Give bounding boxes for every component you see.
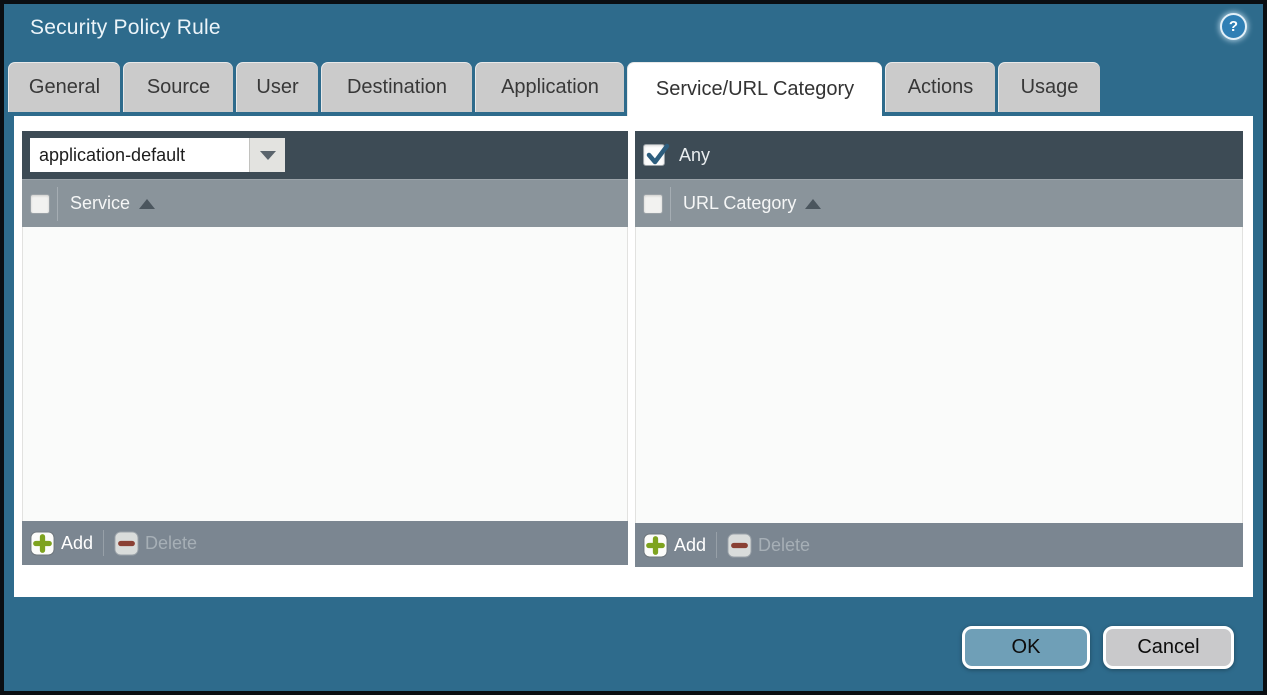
service-column-header[interactable]: Service [22, 179, 628, 227]
cancel-button[interactable]: Cancel [1103, 626, 1234, 669]
question-mark-icon: ? [1229, 18, 1238, 35]
sort-ascending-icon [139, 199, 155, 209]
footer-separator [103, 530, 104, 556]
service-column-label: Service [70, 193, 130, 214]
dropdown-button[interactable] [249, 138, 285, 172]
service-type-dropdown[interactable]: application-default [30, 138, 285, 172]
tab-user[interactable]: User [236, 62, 318, 112]
chevron-down-icon [260, 151, 276, 160]
service-toolbar: application-default [22, 131, 628, 179]
minus-icon [114, 531, 139, 556]
url-category-toolbar: Any [635, 131, 1243, 179]
url-category-select-all-checkbox[interactable] [643, 194, 663, 214]
service-list [22, 227, 628, 521]
url-category-footer: Add Delete [635, 523, 1243, 567]
ok-button[interactable]: OK [962, 626, 1090, 669]
plus-icon [643, 533, 668, 558]
any-checkbox[interactable] [643, 144, 665, 166]
delete-label: Delete [145, 533, 197, 554]
any-row: Any [643, 144, 710, 166]
service-panel: application-default Service [22, 131, 628, 565]
service-add-button[interactable]: Add [30, 531, 93, 556]
delete-label: Delete [758, 535, 810, 556]
tab-usage[interactable]: Usage [998, 62, 1100, 112]
url-category-column-label: URL Category [683, 193, 796, 214]
column-separator [57, 187, 58, 221]
service-type-value: application-default [30, 138, 249, 172]
url-category-panel: Any URL Category Add [635, 131, 1243, 567]
url-category-delete-button[interactable]: Delete [727, 533, 810, 558]
any-label: Any [679, 145, 710, 166]
help-icon[interactable]: ? [1220, 13, 1247, 40]
column-separator [670, 187, 671, 221]
dialog-title: Security Policy Rule [30, 16, 221, 40]
add-label: Add [61, 533, 93, 554]
url-category-column-header[interactable]: URL Category [635, 179, 1243, 227]
service-select-all-checkbox[interactable] [30, 194, 50, 214]
tab-source[interactable]: Source [123, 62, 233, 112]
tab-destination[interactable]: Destination [321, 62, 472, 112]
dialog-background: Security Policy Rule ? General Source Us… [4, 4, 1263, 691]
security-policy-rule-dialog: Security Policy Rule ? General Source Us… [0, 0, 1267, 695]
plus-icon [30, 531, 55, 556]
footer-separator [716, 532, 717, 558]
url-category-add-button[interactable]: Add [643, 533, 706, 558]
tab-actions[interactable]: Actions [885, 62, 995, 112]
tab-service-url-category[interactable]: Service/URL Category [627, 62, 882, 116]
tab-general[interactable]: General [8, 62, 120, 112]
service-delete-button[interactable]: Delete [114, 531, 197, 556]
minus-icon [727, 533, 752, 558]
add-label: Add [674, 535, 706, 556]
tab-application[interactable]: Application [475, 62, 624, 112]
tab-bar: General Source User Destination Applicat… [8, 62, 1100, 116]
sort-ascending-icon [805, 199, 821, 209]
check-icon [645, 142, 671, 168]
url-category-list [635, 227, 1243, 523]
tab-content: application-default Service [14, 116, 1253, 597]
service-footer: Add Delete [22, 521, 628, 565]
